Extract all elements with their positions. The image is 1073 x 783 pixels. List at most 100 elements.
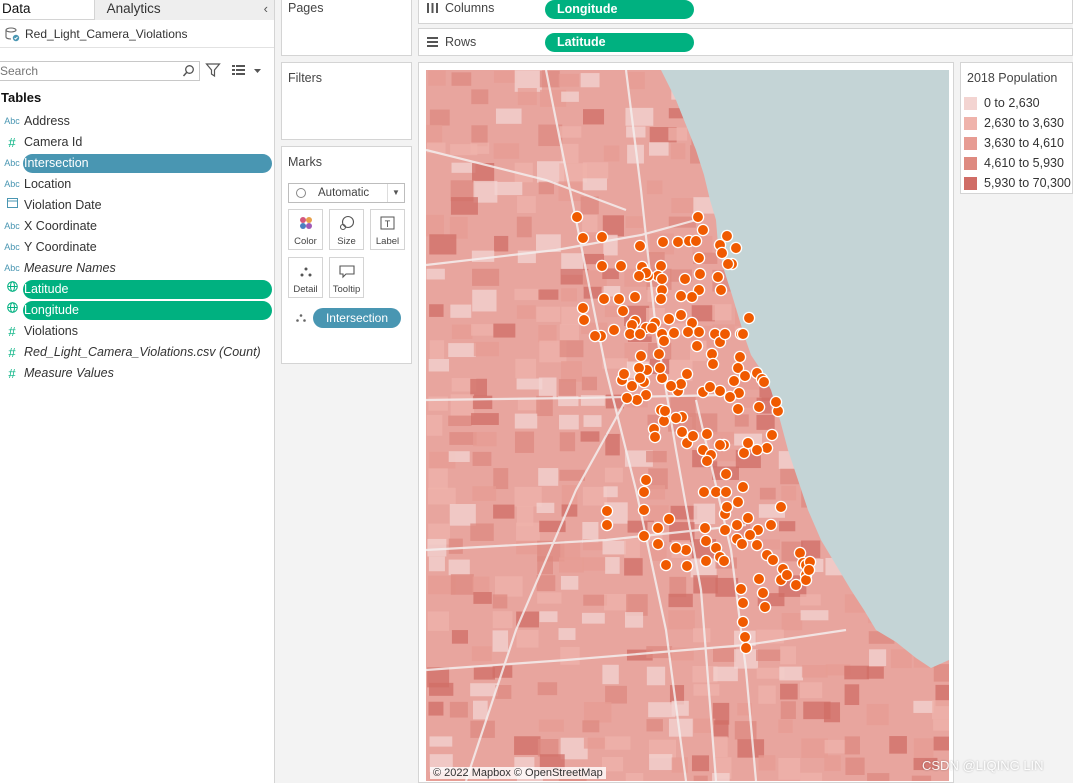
violation-point[interactable] [607,323,621,337]
field-latitude[interactable]: Latitude [0,279,275,300]
violation-point[interactable] [674,377,688,391]
label-button[interactable]: T Label [370,209,405,250]
violation-point[interactable] [662,312,676,326]
violation-point[interactable] [743,528,757,542]
violation-point[interactable] [699,534,713,548]
violation-point[interactable] [680,559,694,573]
violation-point[interactable] [765,428,779,442]
violation-point[interactable] [667,326,681,340]
violation-point[interactable] [718,523,732,537]
violation-point[interactable] [652,347,666,361]
violation-point[interactable] [698,521,712,535]
field-x-coordinate[interactable]: Abc X Coordinate [0,216,275,237]
violation-point[interactable] [738,369,752,383]
violation-point[interactable] [692,251,706,265]
violation-point[interactable] [588,329,602,343]
violation-point[interactable] [700,454,714,468]
detail-button[interactable]: Detail [288,257,323,298]
violation-point[interactable] [637,529,651,543]
violation-point[interactable] [706,357,720,371]
violation-point[interactable] [718,327,732,341]
violation-point[interactable] [570,210,584,224]
violation-point[interactable] [576,231,590,245]
violation-point[interactable] [577,313,591,327]
rows-latitude-pill[interactable]: Latitude [545,33,694,52]
violation-point[interactable] [617,367,631,381]
color-button[interactable]: Color [288,209,323,250]
violation-point[interactable] [764,518,778,532]
field-intersection[interactable]: Abc Intersection [0,153,275,174]
violation-point[interactable] [630,393,644,407]
map-canvas[interactable] [426,70,949,781]
rows-shelf[interactable]: Rows Latitude [418,28,1073,56]
violation-point[interactable] [632,269,646,283]
violation-point[interactable] [774,500,788,514]
violation-point[interactable] [633,327,647,341]
violation-point[interactable] [758,600,772,614]
violation-point[interactable] [741,511,755,525]
violation-point[interactable] [766,553,780,567]
violation-point[interactable] [674,289,688,303]
filters-card[interactable]: Filters [281,62,412,140]
violation-point[interactable] [756,586,770,600]
violation-point[interactable] [671,235,685,249]
violation-point[interactable] [693,267,707,281]
violation-point[interactable] [731,402,745,416]
violation-point[interactable] [620,391,634,405]
field-measure-values[interactable]: # Measure Values [0,363,275,384]
violation-point[interactable] [628,290,642,304]
field-longitude[interactable]: Longitude [0,300,275,321]
field-y-coordinate[interactable]: Abc Y Coordinate [0,237,275,258]
size-button[interactable]: Size [329,209,364,250]
violation-point[interactable] [730,518,744,532]
violation-point[interactable] [669,411,683,425]
columns-shelf[interactable]: Columns Longitude [418,0,1073,24]
violation-point[interactable] [625,379,639,393]
tooltip-button[interactable]: Tooltip [329,257,364,298]
violation-point[interactable] [689,234,703,248]
violation-point[interactable] [736,596,750,610]
violation-point[interactable] [757,375,771,389]
tab-analytics[interactable]: Analytics ‹ [93,0,274,20]
violation-point[interactable] [651,521,665,535]
violation-point[interactable] [723,390,737,404]
field-address[interactable]: Abc Address [0,111,275,132]
field-count[interactable]: # Red_Light_Camera_Violations.csv (Count… [0,342,275,363]
violation-point[interactable] [752,400,766,414]
violation-point[interactable] [714,283,728,297]
violation-point[interactable] [680,367,694,381]
violation-point[interactable] [651,537,665,551]
violation-point[interactable] [597,292,611,306]
violation-point[interactable] [729,241,743,255]
violation-point[interactable] [675,425,689,439]
violation-point[interactable] [576,301,590,315]
violation-point[interactable] [696,223,710,237]
violation-point[interactable] [736,480,750,494]
violation-point[interactable] [750,538,764,552]
violation-point[interactable] [653,361,667,375]
violation-point[interactable] [614,259,628,273]
violation-point[interactable] [742,311,756,325]
violation-point[interactable] [595,259,609,273]
violation-point[interactable] [634,349,648,363]
violation-point[interactable] [700,427,714,441]
violation-point[interactable] [760,441,774,455]
search-icon[interactable] [182,64,195,78]
field-violations[interactable]: # Violations [0,321,275,342]
violation-point[interactable] [721,257,735,271]
field-camera-id[interactable]: # Camera Id [0,132,275,153]
violation-point[interactable] [664,379,678,393]
violation-point[interactable] [692,325,706,339]
population-legend[interactable]: 2018 Population 0 to 2,630 2,630 to 3,63… [960,62,1073,194]
violation-point[interactable] [659,558,673,572]
violation-point[interactable] [697,485,711,499]
collapse-pane-icon[interactable]: ‹ [264,0,268,18]
violation-point[interactable] [637,503,651,517]
violation-point[interactable] [802,563,816,577]
violation-point[interactable] [656,235,670,249]
violation-point[interactable] [686,429,700,443]
violation-point[interactable] [717,554,731,568]
violation-point[interactable] [719,485,733,499]
violation-point[interactable] [780,568,794,582]
columns-longitude-pill[interactable]: Longitude [545,0,694,19]
